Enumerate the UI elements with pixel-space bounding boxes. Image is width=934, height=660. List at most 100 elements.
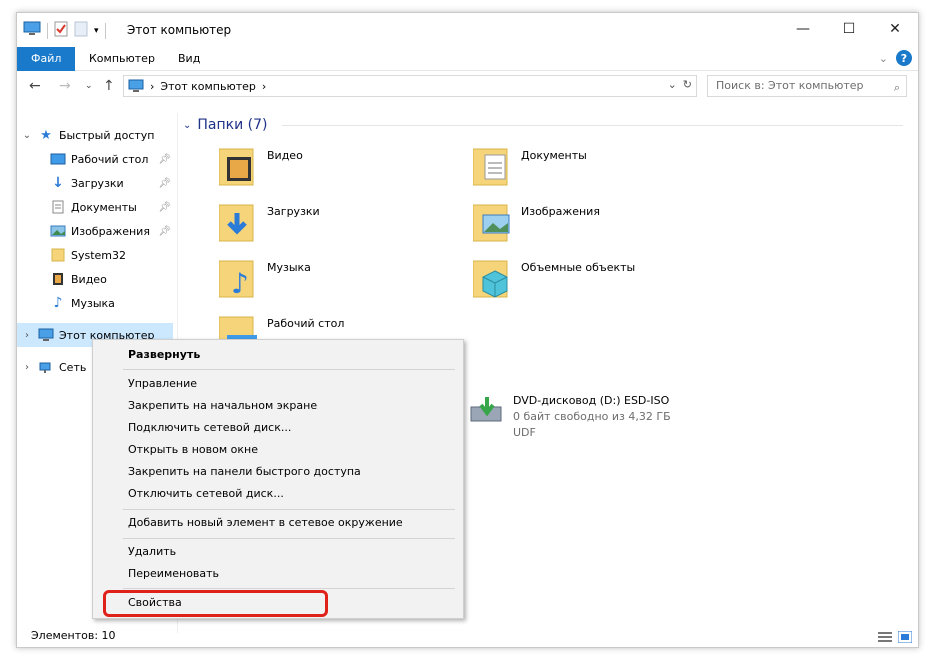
help-icon[interactable]: ? <box>896 50 912 66</box>
expand-ribbon-icon[interactable]: ⌄ <box>879 52 888 65</box>
pin-icon: 📌︎ <box>158 177 171 189</box>
tab-computer[interactable]: Компьютер <box>75 47 169 71</box>
up-arrow-icon[interactable]: ↑ <box>103 78 115 94</box>
menu-item-disconnect-network-drive[interactable]: Отключить сетевой диск... <box>128 483 284 505</box>
folder-label: Изображения <box>521 205 600 218</box>
dvd-drive-icon <box>470 397 502 422</box>
search-input[interactable]: Поиск в: Этот компьютер ⌕ <box>707 75 907 97</box>
back-arrow-icon[interactable]: ← <box>29 78 41 94</box>
close-button[interactable]: ✕ <box>872 13 918 45</box>
sidebar-item-label: Загрузки <box>71 176 124 190</box>
menu-item-rename[interactable]: Переименовать <box>128 563 219 585</box>
status-bar: Элементов: 10 <box>17 625 918 647</box>
section-title: Папки (7) <box>197 117 268 133</box>
pictures-folder-icon <box>473 204 510 242</box>
sidebar-item-pictures[interactable]: Изображения 📌︎ <box>17 219 177 243</box>
menu-item-pin-quick-access[interactable]: Закрепить на панели быстрого доступа <box>128 461 361 483</box>
sidebar-item-quick-access[interactable]: ⌄ ★ Быстрый доступ <box>17 123 177 147</box>
search-icon[interactable]: ⌕ <box>894 78 900 98</box>
tab-view[interactable]: Вид <box>164 47 214 71</box>
menu-item-delete[interactable]: Удалить <box>128 541 176 563</box>
menu-item-map-network-drive[interactable]: Подключить сетевой диск... <box>128 417 291 439</box>
star-icon: ★ <box>40 127 52 143</box>
collapse-chevron-icon[interactable]: ⌄ <box>183 120 191 131</box>
document-icon <box>49 199 67 215</box>
menu-separator <box>123 369 455 370</box>
folder-item-documents[interactable]: Документы <box>473 143 587 187</box>
refresh-icon[interactable]: ↻ <box>683 78 692 91</box>
computer-icon <box>37 327 55 343</box>
menu-item-expand[interactable]: Развернуть <box>128 344 200 366</box>
quick-access-toolbar: ▾ <box>23 21 106 40</box>
menu-item-add-network-location[interactable]: Добавить новый элемент в сетевое окружен… <box>128 512 403 534</box>
computer-icon[interactable] <box>23 21 41 40</box>
recent-locations-icon[interactable]: ⌄ <box>85 81 93 91</box>
sidebar-item-system32[interactable]: System32 <box>17 243 177 267</box>
folder-icon <box>49 247 67 263</box>
forward-arrow-icon[interactable]: → <box>59 78 71 94</box>
sidebar-item-videos[interactable]: Видео <box>17 267 177 291</box>
properties-highlight-outline <box>103 590 328 617</box>
sidebar-item-music[interactable]: ♪ Музыка <box>17 291 177 315</box>
address-dropdown-icon[interactable]: ⌄ <box>668 78 677 91</box>
sidebar-item-downloads[interactable]: ↓ Загрузки 📌︎ <box>17 171 177 195</box>
maximize-button[interactable]: ☐ <box>826 13 872 45</box>
3d-objects-folder-icon <box>473 260 508 298</box>
expand-chevron-icon[interactable]: › <box>17 362 37 373</box>
drive-filesystem: UDF <box>513 426 536 439</box>
sidebar-item-documents[interactable]: Документы 📌︎ <box>17 195 177 219</box>
breadcrumb[interactable]: Этот компьютер <box>160 80 256 93</box>
new-folder-icon[interactable] <box>74 21 88 40</box>
expand-chevron-icon[interactable]: › <box>17 330 37 341</box>
address-bar[interactable]: › Этот компьютер › ⌄ ↻ <box>123 75 697 97</box>
folder-item-music[interactable]: ♪ Музыка <box>219 255 311 299</box>
search-placeholder: Поиск в: Этот компьютер <box>716 79 864 92</box>
minimize-button[interactable]: — <box>780 13 826 45</box>
tiles-view-icon[interactable] <box>897 629 913 647</box>
context-menu: Развернуть Управление Закрепить на начал… <box>92 339 464 619</box>
folder-label: Видео <box>267 149 303 162</box>
customize-toolbar-icon[interactable]: ▾ <box>94 26 99 36</box>
sidebar-item-desktop[interactable]: Рабочий стол 📌︎ <box>17 147 177 171</box>
folder-label: Загрузки <box>267 205 320 218</box>
sidebar-item-label: Документы <box>71 200 137 214</box>
folder-item-pictures[interactable]: Изображения <box>473 199 600 243</box>
menu-item-manage[interactable]: Управление <box>128 373 197 395</box>
video-folder-icon <box>219 148 254 186</box>
ribbon-right: ⌄ ? <box>879 50 912 66</box>
pin-icon: 📌︎ <box>158 201 171 213</box>
expand-chevron-icon[interactable]: ⌄ <box>17 130 37 141</box>
sidebar-item-label: Изображения <box>71 224 150 238</box>
folder-item-videos[interactable]: Видео <box>219 143 303 187</box>
section-divider <box>281 124 903 126</box>
network-icon <box>37 359 55 375</box>
menu-separator <box>123 538 455 539</box>
folder-item-downloads[interactable]: Загрузки <box>219 199 320 243</box>
drive-item-dvd[interactable]: DVD-дисковод (D:) ESD-ISO 0 байт свободн… <box>469 393 671 441</box>
sidebar-item-label: System32 <box>71 248 127 262</box>
menu-item-open-new-window[interactable]: Открыть в новом окне <box>128 439 258 461</box>
folder-item-3d-objects[interactable]: Объемные объекты <box>473 255 635 299</box>
tab-file[interactable]: Файл <box>17 47 76 71</box>
downloads-folder-icon <box>219 204 254 242</box>
properties-check-icon[interactable] <box>54 21 68 40</box>
picture-icon <box>49 223 67 239</box>
menu-separator <box>123 588 455 589</box>
documents-folder-icon <box>473 148 508 186</box>
details-view-icon[interactable] <box>878 629 892 647</box>
music-note-icon: ♪ <box>53 295 63 311</box>
music-folder-icon: ♪ <box>219 260 254 299</box>
drive-free-space: 0 байт свободно из 4,32 ГБ <box>513 410 671 423</box>
folder-label: Документы <box>521 149 587 162</box>
folder-label: Музыка <box>267 261 311 274</box>
menu-item-pin-to-start[interactable]: Закрепить на начальном экране <box>128 395 317 417</box>
sidebar-item-label: Сеть <box>59 360 87 374</box>
view-switcher <box>878 629 913 647</box>
window-controls: — ☐ ✕ <box>780 13 918 45</box>
items-count: Элементов: 10 <box>31 629 116 642</box>
pin-icon: 📌︎ <box>158 225 171 237</box>
pin-icon: 📌︎ <box>158 153 171 165</box>
folders-section-header[interactable]: ⌄ Папки (7) <box>183 117 903 133</box>
svg-text:♪: ♪ <box>231 267 249 299</box>
breadcrumb-chevron-icon: › <box>150 79 155 93</box>
